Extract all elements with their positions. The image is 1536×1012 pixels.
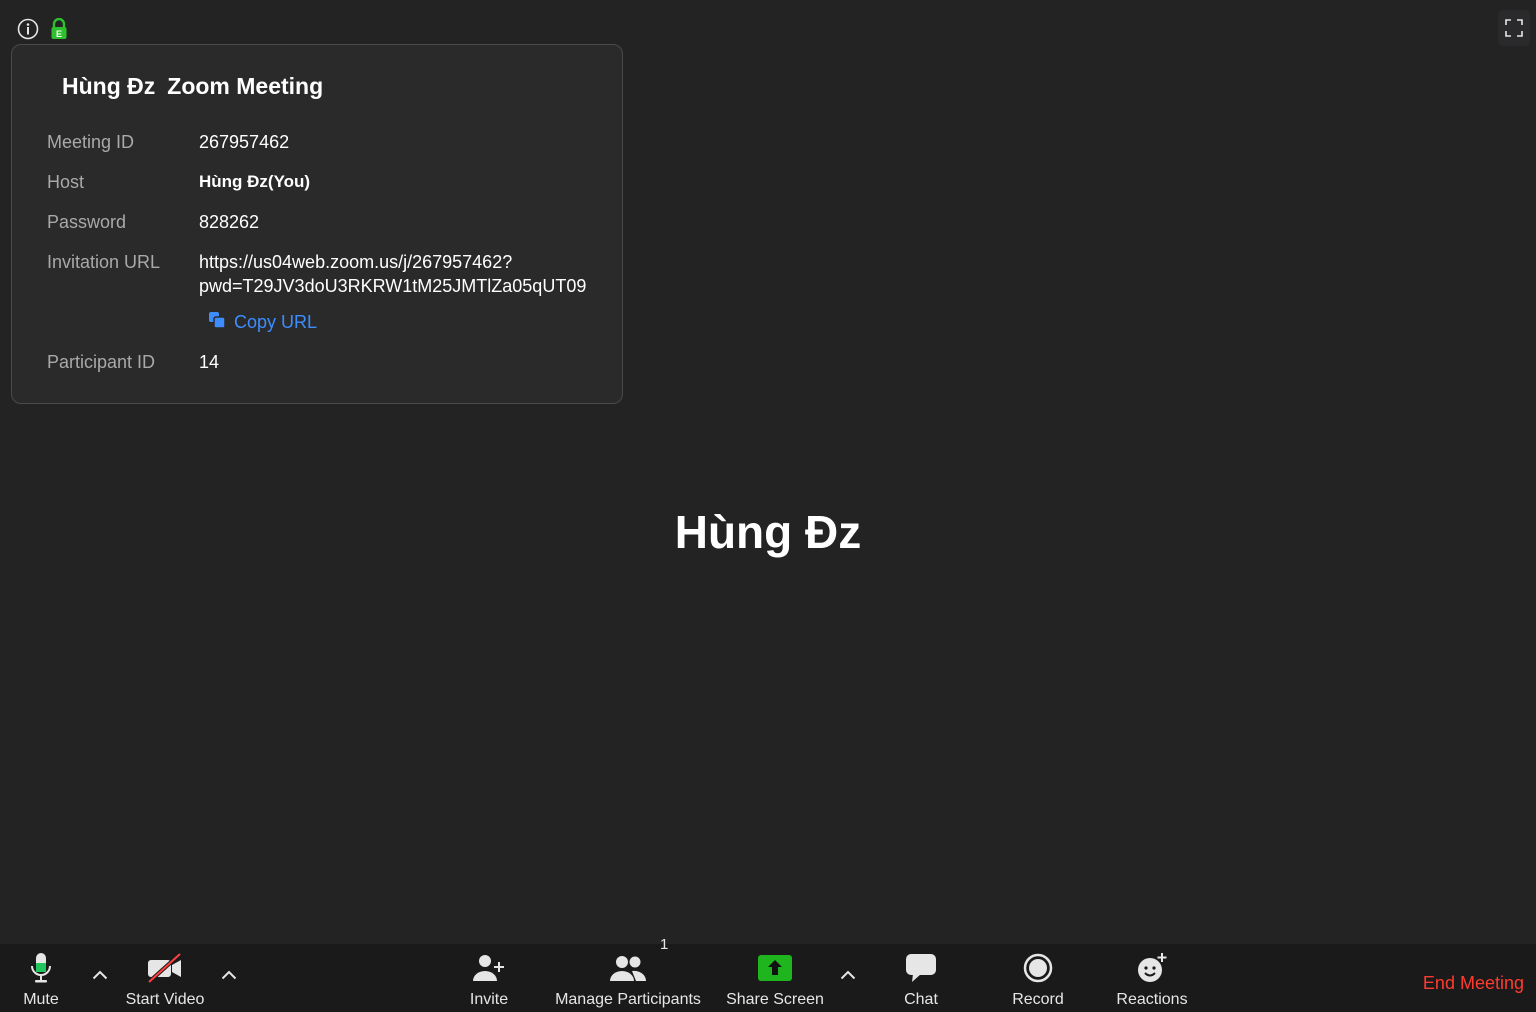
reactions-button[interactable]: Reactions (1110, 944, 1194, 1012)
reactions-label: Reactions (1116, 991, 1188, 1008)
chat-label: Chat (904, 991, 938, 1008)
password-value: 828262 (199, 212, 260, 232)
copy-url-label: Copy URL (234, 312, 318, 332)
host-label: Host (47, 172, 85, 192)
record-label: Record (1012, 991, 1064, 1008)
add-user-icon (472, 944, 506, 992)
audio-options-caret[interactable] (89, 960, 111, 990)
popup-app-name: Zoom Meeting (167, 73, 324, 99)
microphone-icon (29, 944, 53, 992)
copy-icon (208, 311, 226, 334)
invite-button[interactable]: Invite (458, 944, 520, 1012)
record-button[interactable]: Record (1006, 944, 1070, 1012)
mute-button[interactable]: Mute (10, 944, 72, 1012)
lock-icon[interactable]: E (49, 18, 69, 40)
invitation-url-value: https://us04web.zoom.us/j/267957462? pwd… (199, 250, 586, 298)
caret-up-icon (92, 970, 108, 980)
start-video-label: Start Video (125, 991, 205, 1008)
fullscreen-icon[interactable] (1498, 10, 1530, 46)
caret-up-icon (221, 970, 237, 980)
invitation-url-line1: https://us04web.zoom.us/j/267957462? (199, 252, 513, 272)
meeting-info-popup: Hùng Đz Zoom Meeting Meeting ID 267957462… (11, 44, 623, 404)
chat-icon (905, 944, 937, 992)
share-options-caret[interactable] (837, 960, 859, 990)
manage-participants-label: Manage Participants (555, 991, 701, 1008)
reactions-icon (1136, 944, 1168, 992)
start-video-button[interactable]: Start Video (118, 944, 212, 1012)
mute-label: Mute (23, 991, 59, 1008)
manage-participants-button[interactable]: 1 Manage Participants (550, 936, 706, 1012)
invitation-url-label: Invitation URL (47, 252, 161, 272)
video-off-icon (147, 944, 183, 992)
video-options-caret[interactable] (218, 960, 240, 990)
host-value: Hùng Đz(You) (199, 172, 311, 191)
participants-icon: 1 (610, 936, 668, 992)
info-icon[interactable] (16, 17, 40, 41)
share-screen-icon (757, 944, 793, 992)
popup-title: Hùng Đz Zoom Meeting (62, 73, 323, 100)
chat-button[interactable]: Chat (890, 944, 952, 1012)
participant-id-label: Participant ID (47, 352, 156, 372)
participant-id-value: 14 (199, 352, 220, 372)
copy-url-button[interactable]: Copy URL (208, 311, 317, 334)
share-screen-button[interactable]: Share Screen (722, 944, 828, 1012)
caret-up-icon (840, 970, 856, 980)
share-screen-label: Share Screen (726, 991, 824, 1008)
svg-text:E: E (56, 29, 62, 39)
record-icon (1023, 944, 1053, 992)
invitation-url-line2: pwd=T29JV3doU3RKRW1tM25JMTlZa05qUT09 (199, 276, 587, 296)
end-meeting-button[interactable]: End Meeting (1423, 973, 1524, 994)
popup-host-name: Hùng Đz (62, 73, 156, 99)
meeting-id-label: Meeting ID (47, 132, 135, 152)
password-label: Password (47, 212, 127, 232)
invite-label: Invite (469, 991, 509, 1008)
participant-name-display: Hùng Đz (674, 506, 862, 558)
meeting-id-value: 267957462 (199, 132, 290, 152)
participant-count-badge: 1 (660, 936, 669, 953)
